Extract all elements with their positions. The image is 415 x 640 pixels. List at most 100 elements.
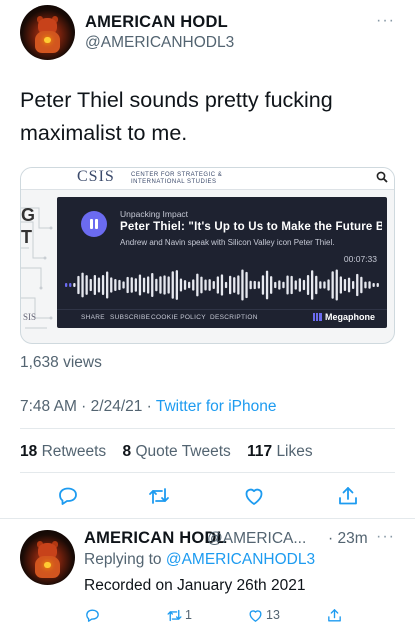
- player-footer: SHARE SUBSCRIBE COOKIE POLICY DESCRIPTIO…: [57, 309, 387, 328]
- author-handle[interactable]: @AMERICANHODL3: [85, 34, 234, 52]
- likes-stat[interactable]: 117 Likes: [247, 443, 313, 460]
- waveform-bar: [192, 279, 195, 291]
- waveform-bar: [122, 281, 125, 289]
- waveform-bar: [155, 278, 158, 292]
- waveform-bar: [65, 283, 68, 287]
- retweets-stat[interactable]: 18 Retweets: [20, 443, 106, 460]
- podcast-episode-title: Peter Thiel: "It's Up to Us to Make the …: [120, 221, 382, 233]
- megaphone-icon: [312, 313, 322, 321]
- like-icon[interactable]: [242, 484, 266, 508]
- reply-author-name[interactable]: AMERICAN HODL: [84, 529, 227, 548]
- waveform-bar: [294, 280, 297, 290]
- view-count: 1,638 views: [20, 354, 102, 371]
- more-options-icon[interactable]: ···: [376, 12, 395, 30]
- pause-button[interactable]: [81, 211, 107, 237]
- reply-icon: [86, 609, 99, 622]
- reply-author-avatar[interactable]: [20, 530, 75, 585]
- waveform-bar: [335, 269, 338, 301]
- podcast-player[interactable]: Unpacking Impact Peter Thiel: "It's Up t…: [57, 197, 387, 328]
- waveform-bar: [286, 275, 289, 295]
- waveform-bar: [282, 281, 285, 289]
- reply-like-count: 13: [266, 608, 280, 622]
- waveform-bar: [331, 271, 334, 299]
- waveform-bar: [183, 280, 187, 290]
- quote-tweets-stat[interactable]: 8 Quote Tweets: [123, 443, 231, 460]
- card-side-letters: G T: [21, 205, 36, 247]
- waveform-bar: [106, 271, 109, 299]
- podcast-time: 00:07:33: [343, 254, 377, 264]
- waveform-bar: [237, 275, 240, 295]
- waveform-bar: [179, 278, 183, 292]
- audio-waveform[interactable]: [57, 265, 387, 305]
- cookie-policy-link[interactable]: COOKIE POLICY: [151, 314, 206, 321]
- waveform-bar: [126, 276, 129, 294]
- waveform-bar: [89, 278, 92, 292]
- csis-logo: CSIS: [77, 168, 115, 185]
- retweet-icon: [167, 609, 182, 621]
- waveform-bar: [159, 276, 162, 294]
- csis-header: CSIS CENTER FOR STRATEGIC & INTERNATIONA…: [21, 168, 394, 190]
- waveform-bar: [114, 278, 117, 292]
- author-avatar[interactable]: [20, 5, 75, 60]
- engagement-stats: 18 Retweets 8 Quote Tweets 117 Likes: [20, 443, 313, 461]
- description-link[interactable]: DESCRIPTION: [210, 314, 258, 321]
- divider: [0, 518, 415, 519]
- waveform-bar: [265, 270, 269, 300]
- share-icon[interactable]: [336, 484, 360, 508]
- retweet-icon[interactable]: [147, 484, 171, 508]
- waveform-bar: [147, 276, 150, 294]
- waveform-bar: [142, 277, 146, 293]
- author-name[interactable]: AMERICAN HODL: [85, 13, 228, 32]
- reply-reply-button[interactable]: [84, 606, 101, 624]
- waveform-bar: [343, 279, 347, 291]
- source-app-link[interactable]: Twitter for iPhone: [156, 398, 277, 415]
- reply-retweet-count: 1: [185, 608, 192, 622]
- divider: [20, 472, 395, 473]
- waveform-bar: [278, 280, 281, 290]
- tweet-text: Peter Thiel sounds pretty fucking maxima…: [20, 88, 333, 145]
- waveform-bar: [110, 277, 113, 293]
- waveform-bar: [241, 269, 244, 301]
- waveform-bar: [298, 278, 301, 292]
- waveform-bar: [138, 274, 142, 296]
- search-icon[interactable]: [376, 170, 388, 186]
- reply-more-options-icon[interactable]: ···: [376, 528, 395, 546]
- waveform-bar: [306, 275, 310, 295]
- subscribe-link[interactable]: SUBSCRIBE: [110, 314, 150, 321]
- reply-like-button[interactable]: 13: [247, 606, 280, 624]
- megaphone-logo[interactable]: Megaphone: [312, 312, 375, 322]
- waveform-bar: [81, 272, 84, 298]
- reply-icon[interactable]: [56, 484, 80, 508]
- waveform-bar: [224, 281, 228, 289]
- waveform-bar: [200, 276, 203, 294]
- reply-author-handle[interactable]: @AMERICA...: [207, 530, 306, 548]
- waveform-bar: [118, 279, 121, 291]
- replying-to: Replying to @AMERICANHODL3: [84, 551, 316, 568]
- waveform-bar: [101, 274, 105, 296]
- csis-subtitle: CENTER FOR STRATEGIC & INTERNATIONAL STU…: [131, 172, 223, 185]
- share-icon: [328, 608, 341, 621]
- waveform-bar: [73, 283, 76, 287]
- waveform-bar: [372, 283, 375, 287]
- waveform-bar: [290, 275, 293, 295]
- reply-text: Recorded on January 26th 2021: [84, 577, 306, 594]
- share-link[interactable]: SHARE: [81, 314, 105, 321]
- waveform-bar: [134, 278, 137, 292]
- waveform-bar: [315, 275, 318, 295]
- waveform-bar: [97, 277, 101, 293]
- waveform-bar: [364, 281, 367, 289]
- divider: [20, 428, 395, 429]
- replying-to-mention[interactable]: @AMERICANHODL3: [166, 551, 315, 568]
- waveform-bar: [274, 281, 277, 289]
- reply-retweet-button[interactable]: 1: [166, 606, 192, 624]
- reply-share-button[interactable]: [326, 606, 343, 624]
- podcast-episode-description: Andrew and Navin speak with Silicon Vall…: [120, 238, 335, 247]
- waveform-bar: [167, 276, 170, 294]
- like-icon: [249, 609, 262, 622]
- waveform-bar: [339, 276, 342, 294]
- waveform-bar: [151, 272, 154, 298]
- waveform-bar: [270, 276, 273, 294]
- waveform-bar: [77, 275, 80, 295]
- waveform-bar: [245, 271, 248, 299]
- link-card[interactable]: CSIS CENTER FOR STRATEGIC & INTERNATIONA…: [20, 167, 395, 344]
